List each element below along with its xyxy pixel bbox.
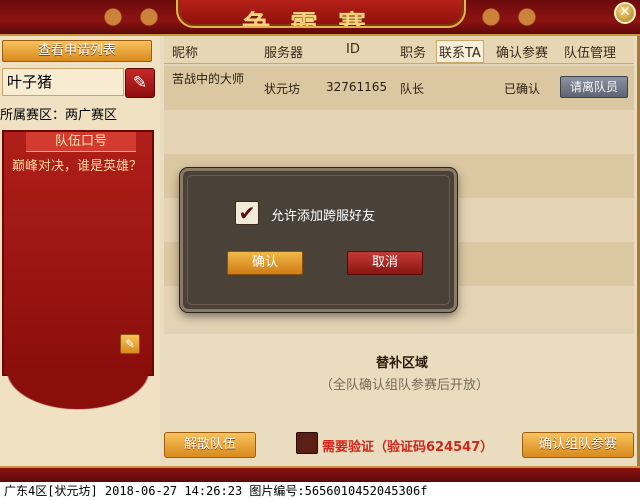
slogan-title: 队伍口号 bbox=[26, 132, 136, 152]
confirm-dialog: ✔ 允许添加跨服好友 确认 取消 bbox=[180, 168, 457, 312]
checkbox-label: 允许添加跨服好友 bbox=[271, 209, 376, 224]
title-plaque: 争霸赛 bbox=[176, 0, 466, 28]
table-header: 昵称 服务器 ID 职务 联系TA 确认参赛 队伍管理 bbox=[164, 36, 634, 64]
disband-team-button[interactable]: 解散队伍 bbox=[164, 432, 256, 458]
left-panel: 查看申请列表 叶子猪 ✎ 所属赛区：两广赛区 队伍口号 巅峰对决，谁是英雄？ ✎ bbox=[0, 36, 160, 466]
top-banner: 争霸赛 ✕ bbox=[0, 0, 640, 36]
dialog-cancel-button[interactable]: 取消 bbox=[347, 251, 423, 275]
edit-team-name-icon[interactable]: ✎ bbox=[125, 68, 155, 98]
cloud-decoration bbox=[86, 4, 176, 30]
bottom-border bbox=[0, 466, 640, 482]
verify-label: 需要验证（验证码624547） bbox=[322, 440, 494, 455]
header-contact-tab[interactable]: 联系TA bbox=[436, 40, 484, 63]
header-id: ID bbox=[346, 42, 360, 57]
confirm-team-button[interactable]: 确认组队参赛 bbox=[522, 432, 634, 458]
header-server: 服务器 bbox=[264, 46, 304, 61]
status-bar: 广东4区[状元坊] 2018-06-27 14:26:23 图片编号:56560… bbox=[0, 482, 640, 500]
slogan-text: 巅峰对决，谁是英雄？ bbox=[12, 159, 143, 174]
dialog-inner-border bbox=[187, 175, 450, 305]
allow-cross-server-checkbox[interactable]: ✔ bbox=[235, 201, 259, 225]
header-manage: 队伍管理 bbox=[564, 46, 617, 61]
close-icon[interactable]: ✕ bbox=[614, 2, 636, 24]
substitute-note: （全队确认组队参赛后开放） bbox=[320, 378, 490, 393]
header-nickname: 昵称 bbox=[172, 46, 199, 61]
slogan-panel: 队伍口号 巅峰对决，谁是英雄？ ✎ bbox=[2, 130, 154, 376]
dialog-confirm-button[interactable]: 确认 bbox=[227, 251, 303, 275]
title-text: 争霸赛 bbox=[242, 9, 387, 28]
region-label: 所属赛区：两广赛区 bbox=[0, 108, 118, 123]
verify-checkbox[interactable] bbox=[296, 432, 318, 454]
header-role: 职务 bbox=[400, 46, 427, 61]
edit-slogan-icon[interactable]: ✎ bbox=[120, 334, 140, 354]
team-name: 叶子猪 bbox=[2, 68, 124, 96]
header-confirm: 确认参赛 bbox=[496, 46, 549, 61]
banner-tail bbox=[2, 370, 154, 412]
view-applications-button[interactable]: 查看申请列表 bbox=[2, 40, 152, 62]
cloud-decoration bbox=[464, 4, 554, 30]
substitute-title: 替补区域 bbox=[376, 356, 429, 371]
